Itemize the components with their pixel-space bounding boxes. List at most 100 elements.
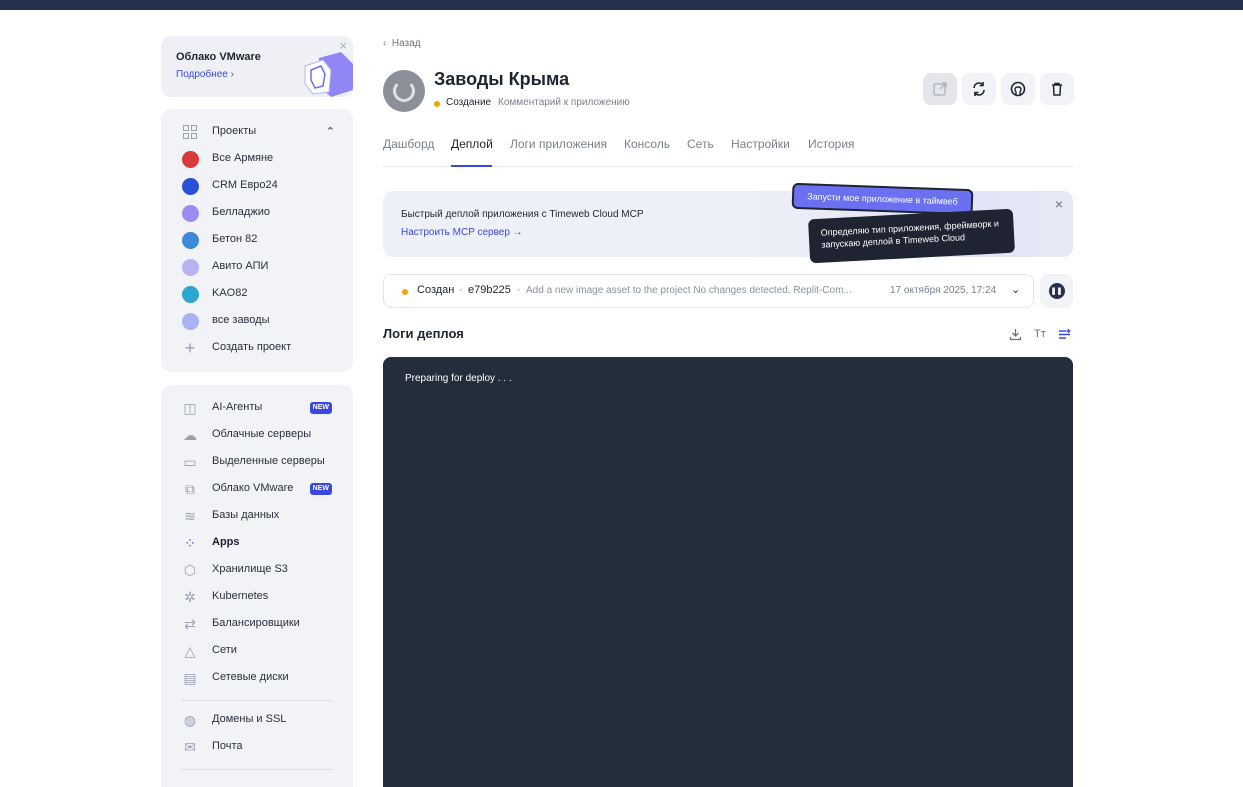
project-label: Все Армяне — [212, 152, 274, 164]
tab-dashboard[interactable]: Дашборд — [383, 137, 434, 167]
chevron-up-icon[interactable]: ⌃ — [326, 125, 335, 138]
project-avatar — [182, 313, 199, 330]
sidebar-item[interactable]: ⇄ Балансировщики — [161, 613, 353, 635]
sidebar-item[interactable]: ◫ AI-Агенты NEW — [161, 397, 353, 419]
chevron-down-icon[interactable]: ⌄ — [1011, 283, 1020, 296]
sidebar-item[interactable]: ◍ Домены и SSL — [161, 709, 353, 731]
sidebar-item-label: Выделенные серверы — [212, 455, 325, 467]
deploy-item[interactable]: Создан · e79b225 · Add a new image asset… — [383, 274, 1034, 308]
project-item[interactable]: Все Армяне — [161, 148, 353, 170]
setup-mcp-link[interactable]: Настроить MCP сервер → — [401, 227, 523, 238]
tab-network[interactable]: Сеть — [687, 137, 714, 167]
project-avatar — [182, 259, 199, 276]
disk-icon: ▤ — [183, 669, 197, 686]
active-tab-indicator — [451, 165, 492, 167]
commit-hash: e79b225 — [468, 284, 511, 296]
sidebar-item[interactable]: ⧉ Облако VMware NEW — [161, 478, 353, 500]
sidebar-item[interactable]: ☁ Облачные серверы — [161, 424, 353, 446]
create-project-button[interactable]: + Создать проект — [161, 337, 353, 359]
sidebar-item[interactable]: △ Сети — [161, 640, 353, 662]
pause-button[interactable]: ❚❚ — [1040, 274, 1073, 308]
sidebar-item[interactable]: ✉ Почта — [161, 736, 353, 758]
download-icon[interactable] — [1009, 328, 1022, 344]
vmware-promo-card[interactable]: Облако VMware Подробнее › × — [161, 36, 353, 97]
github-button[interactable] — [1001, 73, 1035, 105]
sidebar-item[interactable]: ≋ Базы данных — [161, 505, 353, 527]
project-item[interactable]: CRM Евро24 — [161, 175, 353, 197]
sidebar-item[interactable]: ▤ Сетевые диски — [161, 667, 353, 689]
create-project-label: Создать проект — [212, 341, 292, 353]
sidebar-item[interactable]: ✲ Kubernetes — [161, 586, 353, 608]
font-size-button[interactable]: Тт — [1034, 328, 1046, 340]
tab-console[interactable]: Консоль — [624, 137, 670, 167]
project-item[interactable]: Белладжио — [161, 202, 353, 224]
plus-icon: + — [184, 337, 196, 358]
open-external-button[interactable] — [923, 73, 957, 105]
project-avatar — [182, 205, 199, 222]
divider — [181, 769, 333, 770]
log-console[interactable]: Preparing for deploy . . . — [383, 357, 1073, 787]
network-icon: △ — [184, 642, 196, 659]
project-label: KAO82 — [212, 287, 248, 299]
vmware-icon: ⧉ — [185, 480, 195, 497]
external-link-icon — [933, 82, 947, 96]
redeploy-button[interactable] — [962, 73, 996, 105]
project-label: Бетон 82 — [212, 233, 258, 245]
delete-button[interactable] — [1040, 73, 1074, 105]
projects-panel: Проекты ⌃ Все Армяне CRM Евро24 Белладжио Б… — [161, 109, 353, 372]
loading-spinner-icon — [393, 80, 415, 102]
filter-settings-icon[interactable] — [1058, 328, 1071, 344]
project-label: все заводы — [212, 314, 270, 326]
deploy-date: 17 октября 2025, 17:24 — [890, 285, 997, 296]
sidebar-item-label: Балансировщики — [212, 617, 300, 629]
vmware-cube-illustration — [304, 52, 353, 97]
status-dot — [402, 289, 408, 295]
database-icon: ≋ — [184, 507, 196, 524]
app-comment[interactable]: Комментарий к приложению — [498, 97, 630, 108]
sidebar-item[interactable]: ⬡ Хранилище S3 — [161, 559, 353, 581]
sidebar-item-label: AI-Агенты — [212, 401, 263, 413]
sidebar-item-label: Сетевые диски — [212, 671, 289, 683]
projects-header-label: Проекты — [212, 125, 257, 137]
sidebar-item-label: Облако VMware — [212, 482, 294, 494]
projects-header[interactable]: Проекты ⌃ — [161, 121, 353, 143]
divider — [181, 700, 333, 701]
github-icon — [1010, 81, 1026, 97]
app-avatar — [383, 70, 425, 112]
apps-icon: ⁘ — [184, 534, 196, 551]
sidebar-item-label: Почта — [212, 740, 243, 752]
close-icon[interactable]: × — [1055, 196, 1063, 212]
project-item[interactable]: Авито АПИ — [161, 256, 353, 278]
project-item[interactable]: KAO82 — [161, 283, 353, 305]
sidebar-item[interactable]: ⁘ Apps — [161, 532, 353, 554]
commit-message: Add a new image asset to the project No … — [526, 285, 852, 296]
mcp-banner-title: Быстрый деплой приложения с Timeweb Clou… — [401, 209, 644, 220]
tabs-bar: Дашборд Деплой Логи приложения Консоль С… — [383, 137, 1073, 167]
project-item[interactable]: Бетон 82 — [161, 229, 353, 251]
new-badge: NEW — [309, 402, 332, 414]
deploy-logs-title: Логи деплоя — [383, 326, 464, 341]
back-link[interactable]: ‹ Назад — [383, 38, 421, 49]
project-item[interactable]: все заводы — [161, 310, 353, 332]
top-bar — [0, 0, 1243, 10]
separator: · — [459, 284, 463, 296]
tab-app-logs[interactable]: Логи приложения — [510, 137, 607, 167]
deploy-status: Создан — [417, 284, 455, 296]
grid-icon — [181, 124, 199, 140]
promo-close-icon[interactable]: × — [339, 39, 347, 52]
project-label: CRM Евро24 — [212, 179, 278, 191]
tab-settings[interactable]: Настройки — [731, 137, 790, 167]
tab-history[interactable]: История — [808, 137, 855, 167]
sidebar-item-label: Apps — [212, 536, 240, 548]
new-badge: NEW — [309, 483, 332, 495]
sidebar-item-label: Домены и SSL — [212, 713, 287, 725]
robot-icon: ◫ — [183, 399, 197, 416]
cloud-icon: ☁ — [183, 426, 197, 443]
promo-more-link[interactable]: Подробнее › — [176, 69, 234, 80]
sidebar-item-label: Хранилище S3 — [212, 563, 288, 575]
project-avatar — [182, 178, 199, 195]
promo-title: Облако VMware — [176, 51, 261, 63]
tab-deploy[interactable]: Деплой — [451, 137, 493, 167]
sidebar-item-label: Kubernetes — [212, 590, 269, 602]
sidebar-item[interactable]: ▭ Выделенные серверы — [161, 451, 353, 473]
